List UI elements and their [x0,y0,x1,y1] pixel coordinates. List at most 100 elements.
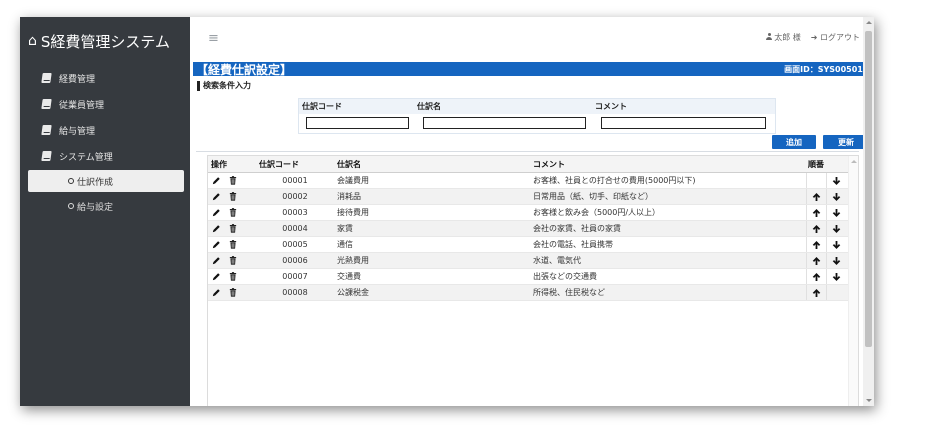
search-code-input[interactable] [306,117,409,129]
row-actions [208,172,256,189]
book-icon [41,125,52,135]
table-row[interactable]: 00007 交通費 出張などの交通費 [208,268,856,285]
arrow-up-icon[interactable] [812,256,821,266]
row-move-up[interactable] [805,284,826,301]
sidebar-subitem-salary-settings[interactable]: 給与設定 [28,195,184,217]
row-move-down[interactable] [825,220,847,237]
row-comment: 水道、電気代 [530,252,806,269]
edit-icon[interactable] [212,192,221,201]
sidebar-item-salary[interactable]: 給与管理 [41,122,96,138]
row-move-down [825,284,847,301]
delete-icon[interactable] [229,224,237,233]
scroll-up-icon[interactable] [866,21,872,24]
arrow-up-icon[interactable] [812,224,821,234]
row-code: 00004 [256,220,334,237]
arrow-up-icon[interactable] [812,288,821,298]
table-row[interactable]: 00003 接待費用 お客様と飲み会（5000円/人以上） [208,204,856,221]
logout-link[interactable]: ➜ ログアウト [811,32,860,43]
edit-icon[interactable] [212,256,221,265]
table-row[interactable]: 00008 公課税金 所得税、住民税など [208,284,856,301]
arrow-up-icon[interactable] [812,240,821,250]
row-name: 会議費用 [334,172,530,189]
scroll-up-icon[interactable] [851,160,857,163]
row-move-down[interactable] [825,204,847,221]
edit-icon[interactable] [212,272,221,281]
arrow-down-icon[interactable] [832,240,841,250]
delete-icon[interactable] [229,208,237,217]
user-name[interactable]: 太郎 様 [766,32,801,43]
arrow-down-icon[interactable] [832,208,841,218]
table-row[interactable]: 00004 家賃 会社の家賃、社員の家賃 [208,220,856,237]
row-move-up[interactable] [805,252,826,269]
arrow-down-icon[interactable] [832,192,841,202]
row-actions [208,236,256,253]
search-label-code: 仕訳コード [302,102,342,111]
search-comment-input[interactable] [601,117,766,129]
book-icon [41,73,52,83]
edit-icon[interactable] [212,224,221,233]
edit-icon[interactable] [212,288,221,297]
arrow-down-icon[interactable] [832,272,841,282]
row-move-up[interactable] [805,220,826,237]
row-name: 消耗品 [334,188,530,205]
row-comment: 会社の電話、社員携帯 [530,236,806,253]
sidebar-item-label: システム管理 [59,152,113,163]
journal-table: 操作 仕訳コード 仕訳名 コメント 順番 00001 会議費用 お客様、社員との打合… [208,156,856,301]
header-code[interactable]: 仕訳コード [256,156,334,173]
row-actions [208,188,256,205]
edit-icon[interactable] [212,208,221,217]
row-actions [208,268,256,285]
row-move-down[interactable] [825,268,847,285]
top-bar: ≡ 太郎 様 ➜ ログアウト [190,17,874,59]
add-button[interactable]: 追加 [772,135,816,149]
arrow-up-icon[interactable] [812,192,821,202]
brand[interactable]: ⌂ S経費管理システム [28,30,170,52]
row-comment: お客様、社員との打合せの費用(5000円以下) [530,172,806,189]
edit-icon[interactable] [212,240,221,249]
search-label-name: 仕訳名 [417,102,441,111]
sidebar-subitem-journal[interactable]: 仕訳作成 [28,170,184,192]
table-row[interactable]: 00006 光熱費用 水道、電気代 [208,252,856,269]
delete-icon[interactable] [229,256,237,265]
delete-icon[interactable] [229,288,237,297]
scroll-down-icon[interactable] [866,399,872,402]
row-name: 接待費用 [334,204,530,221]
delete-icon[interactable] [229,192,237,201]
header-name[interactable]: 仕訳名 [334,156,530,173]
arrow-up-icon[interactable] [812,208,821,218]
sidebar-item-expense[interactable]: 経費管理 [41,70,95,86]
book-icon [41,151,52,161]
header-comment[interactable]: コメント [530,156,806,173]
hamburger-icon[interactable]: ≡ [208,31,219,46]
arrow-up-icon[interactable] [812,272,821,282]
delete-icon[interactable] [229,272,237,281]
arrow-down-icon[interactable] [832,176,841,186]
delete-icon[interactable] [229,240,237,249]
page-scrollbar[interactable] [863,17,874,406]
row-move-down[interactable] [825,172,847,189]
scrollbar-thumb[interactable] [865,31,872,347]
row-move-down[interactable] [825,252,847,269]
search-header [299,99,775,114]
table-row[interactable]: 00002 消耗品 日常用品（紙、切手、印紙など） [208,188,856,205]
table-scrollbar[interactable] [848,156,858,406]
edit-icon[interactable] [212,176,221,185]
journal-table-container: 操作 仕訳コード 仕訳名 コメント 順番 00001 会議費用 お客様、社員との打合… [207,155,859,406]
delete-icon[interactable] [229,176,237,185]
table-row[interactable]: 00001 会議費用 お客様、社員との打合せの費用(5000円以下) [208,172,856,189]
table-row[interactable]: 00005 通信 会社の電話、社員携帯 [208,236,856,253]
arrow-down-icon[interactable] [832,256,841,266]
row-move-down[interactable] [825,188,847,205]
row-move-up[interactable] [805,188,826,205]
row-move-down[interactable] [825,236,847,253]
sidebar-item-employee[interactable]: 従業員管理 [41,96,104,112]
row-actions [208,284,256,301]
row-comment: 会社の家賃、社員の家賃 [530,220,806,237]
search-name-input[interactable] [423,117,586,129]
row-move-up[interactable] [805,204,826,221]
row-move-up[interactable] [805,268,826,285]
sidebar-item-label: 給与管理 [59,126,96,137]
sidebar-item-system[interactable]: システム管理 [41,148,113,164]
arrow-down-icon[interactable] [832,224,841,234]
row-move-up[interactable] [805,236,826,253]
